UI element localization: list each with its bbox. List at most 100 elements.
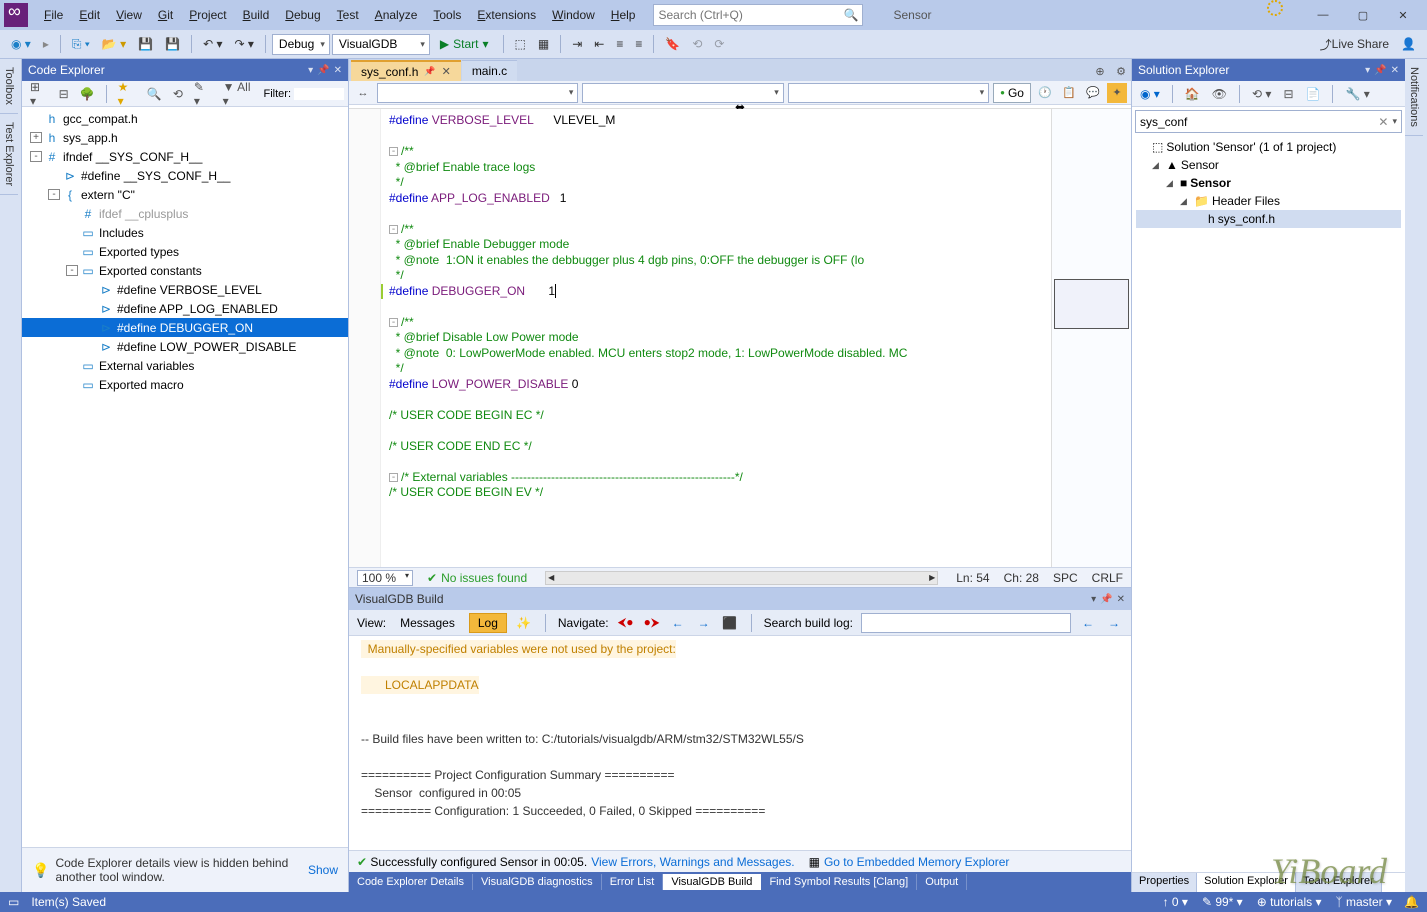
se-wrench-icon[interactable]: 🔧 ▾ — [1341, 85, 1373, 103]
ce-tree-item[interactable]: ⊳#define LOW_POWER_DISABLE — [22, 337, 348, 356]
se-tree-item[interactable]: ◢■Sensor — [1136, 174, 1401, 192]
minimap[interactable] — [1051, 109, 1131, 567]
menu-project[interactable]: Project — [181, 4, 234, 26]
bottom-tab[interactable]: Error List — [602, 874, 664, 890]
start-button[interactable]: Start ▾ — [432, 34, 497, 54]
bottom-tab[interactable]: Output — [917, 874, 967, 890]
maximize-button[interactable]: ▢ — [1343, 0, 1383, 30]
notifications-tab[interactable]: Notifications — [1405, 59, 1423, 136]
issues-indicator[interactable]: No issues found — [427, 571, 527, 585]
zoom-combo[interactable]: 100 % — [357, 570, 413, 586]
wand-icon[interactable]: ✨ — [515, 614, 533, 632]
menu-analyze[interactable]: Analyze — [367, 4, 426, 26]
build-log[interactable]: Manually-specified variables were not us… — [349, 636, 1131, 850]
ce-layout-icon[interactable]: ⊞ ▾ — [26, 78, 52, 110]
ce-sync-icon[interactable]: ⟲ — [169, 85, 187, 103]
editor-tab[interactable]: sys_conf.h📌✕ — [351, 60, 461, 81]
build-close-icon[interactable]: ✕ — [1117, 594, 1125, 605]
se-search-dropdown-icon[interactable]: ▾ — [1392, 116, 1397, 127]
tb-icon-6[interactable]: ≡ — [630, 34, 647, 54]
filter-input[interactable] — [294, 88, 344, 100]
se-search[interactable]: ✕ ▾ — [1135, 110, 1402, 133]
ce-tree-item[interactable]: ⊳#define APP_LOG_ENABLED — [22, 299, 348, 318]
ce-tree-icon[interactable]: 🌳 — [76, 85, 99, 103]
code-editor[interactable]: #define VERBOSE_LEVEL VLEVEL_M -/** * @b… — [349, 109, 1131, 567]
messages-button[interactable]: Messages — [394, 614, 461, 632]
se-tree-item[interactable]: ⬚Solution 'Sensor' (1 of 1 project) — [1136, 138, 1401, 156]
ce-outline-icon[interactable]: ⊟ — [55, 85, 73, 103]
nav-prev-icon[interactable]: ← — [669, 614, 687, 632]
live-share-button[interactable]: ⤴ Live Share — [1315, 33, 1394, 56]
tb-icon-5[interactable]: ≡ — [611, 34, 628, 54]
et-icon-4[interactable]: ✦ — [1107, 83, 1127, 103]
se-search-input[interactable] — [1140, 115, 1378, 129]
search-prev-icon[interactable]: ← — [1079, 614, 1097, 632]
ce-tree-item[interactable]: ▭Exported types — [22, 242, 348, 261]
feedback-icon[interactable] — [1267, 0, 1283, 16]
se-close-icon[interactable]: ✕ — [1391, 65, 1399, 76]
se-tree-item[interactable]: ◢📁Header Files — [1136, 192, 1401, 210]
platform-combo[interactable]: VisualGDB — [332, 34, 430, 55]
menu-tools[interactable]: Tools — [425, 4, 469, 26]
tb-icon-2[interactable]: ▦ — [533, 34, 554, 54]
se-sync-icon[interactable]: 👁 — [1208, 85, 1231, 103]
se-bottom-tab[interactable]: Solution Explorer — [1197, 873, 1296, 892]
scope-combo-1[interactable] — [377, 83, 578, 103]
undo-button[interactable]: ↶ ▾ — [198, 34, 227, 54]
sb-item[interactable]: ⊕ tutorials ▾ — [1257, 895, 1322, 909]
spc-indicator[interactable]: SPC — [1053, 571, 1078, 585]
ce-tree-item[interactable]: ⊳#define DEBUGGER_ON — [22, 318, 348, 337]
nav-err-prev-icon[interactable]: ⮜● — [617, 614, 635, 632]
se-tree-item[interactable]: hsys_conf.h — [1136, 210, 1401, 228]
toolbox-tab[interactable]: Toolbox — [0, 59, 18, 114]
bottom-tab[interactable]: Find Symbol Results [Clang] — [761, 874, 917, 890]
code-content[interactable]: #define VERBOSE_LEVEL VLEVEL_M -/** * @b… — [381, 109, 1051, 567]
tb-icon-7[interactable]: ⟲ — [687, 34, 707, 54]
ce-tool-icon[interactable]: ✎ ▾ — [190, 78, 216, 110]
se-back-icon[interactable]: ◉ ▾ — [1136, 85, 1164, 103]
tab-settings-icon[interactable]: ⚙ — [1111, 61, 1131, 81]
ce-tree-item[interactable]: ⊳#define __SYS_CONF_H__ — [22, 166, 348, 185]
scope-combo-2[interactable] — [582, 83, 783, 103]
horizontal-scrollbar[interactable] — [545, 571, 938, 585]
ce-tree-item[interactable]: ⊳#define VERBOSE_LEVEL — [22, 280, 348, 299]
search-next-icon[interactable]: → — [1105, 614, 1123, 632]
ce-tree-item[interactable]: hgcc_compat.h — [22, 109, 348, 128]
pin-icon[interactable]: 📌 — [317, 65, 329, 76]
eol-indicator[interactable]: CRLF — [1092, 571, 1123, 585]
menu-view[interactable]: View — [108, 4, 150, 26]
se-bottom-tab[interactable]: Team Explorer — [1296, 873, 1382, 892]
ce-tree-item[interactable]: -#ifndef __SYS_CONF_H__ — [22, 147, 348, 166]
panel-close-icon[interactable]: ✕ — [334, 65, 342, 76]
menu-build[interactable]: Build — [235, 4, 278, 26]
menu-test[interactable]: Test — [329, 4, 367, 26]
open-button[interactable]: 📂 ▾ — [97, 34, 131, 54]
et-icon-3[interactable]: 💬 — [1083, 83, 1103, 103]
save-button[interactable]: 💾 — [133, 34, 158, 54]
menu-window[interactable]: Window — [544, 4, 603, 26]
ce-tree-item[interactable]: #ifdef __cplusplus — [22, 204, 348, 223]
et-icon-1[interactable]: 🕐 — [1035, 83, 1055, 103]
tb-icon-8[interactable]: ⟳ — [709, 34, 729, 54]
ce-tree-item[interactable]: +hsys_app.h — [22, 128, 348, 147]
menu-extensions[interactable]: Extensions — [469, 4, 544, 26]
ce-tree-item[interactable]: ▭External variables — [22, 356, 348, 375]
ce-tree-item[interactable]: -▭Exported constants — [22, 261, 348, 280]
ce-fav-icon[interactable]: ★ ▾ — [114, 78, 140, 110]
se-tree-item[interactable]: ◢▲Sensor — [1136, 156, 1401, 174]
ce-tree-item[interactable]: ▭Includes — [22, 223, 348, 242]
panel-dropdown-icon[interactable]: ▾ — [308, 65, 313, 76]
nav-icon[interactable]: ↔ — [353, 83, 373, 103]
show-link[interactable]: Show — [308, 863, 338, 877]
se-pin-icon[interactable]: 📌 — [1374, 65, 1386, 76]
sb-item[interactable]: ↑ 0 ▾ — [1163, 895, 1188, 909]
memory-explorer-link[interactable]: Go to Embedded Memory Explorer — [824, 855, 1009, 869]
se-tree[interactable]: ⬚Solution 'Sensor' (1 of 1 project)◢▲Sen… — [1132, 136, 1405, 872]
new-item-button[interactable]: ⎘ ▾ — [67, 34, 95, 55]
nav-stop-icon[interactable]: ⬛ — [721, 614, 739, 632]
sb-item[interactable]: ᛉ master ▾ — [1335, 895, 1392, 909]
code-explorer-tree[interactable]: hgcc_compat.h+hsys_app.h-#ifndef __SYS_C… — [22, 107, 348, 847]
minimize-button[interactable]: — — [1303, 0, 1343, 30]
se-dropdown-icon[interactable]: ▾ — [1365, 65, 1370, 76]
se-refresh-icon[interactable]: ⟲ ▾ — [1248, 85, 1275, 103]
